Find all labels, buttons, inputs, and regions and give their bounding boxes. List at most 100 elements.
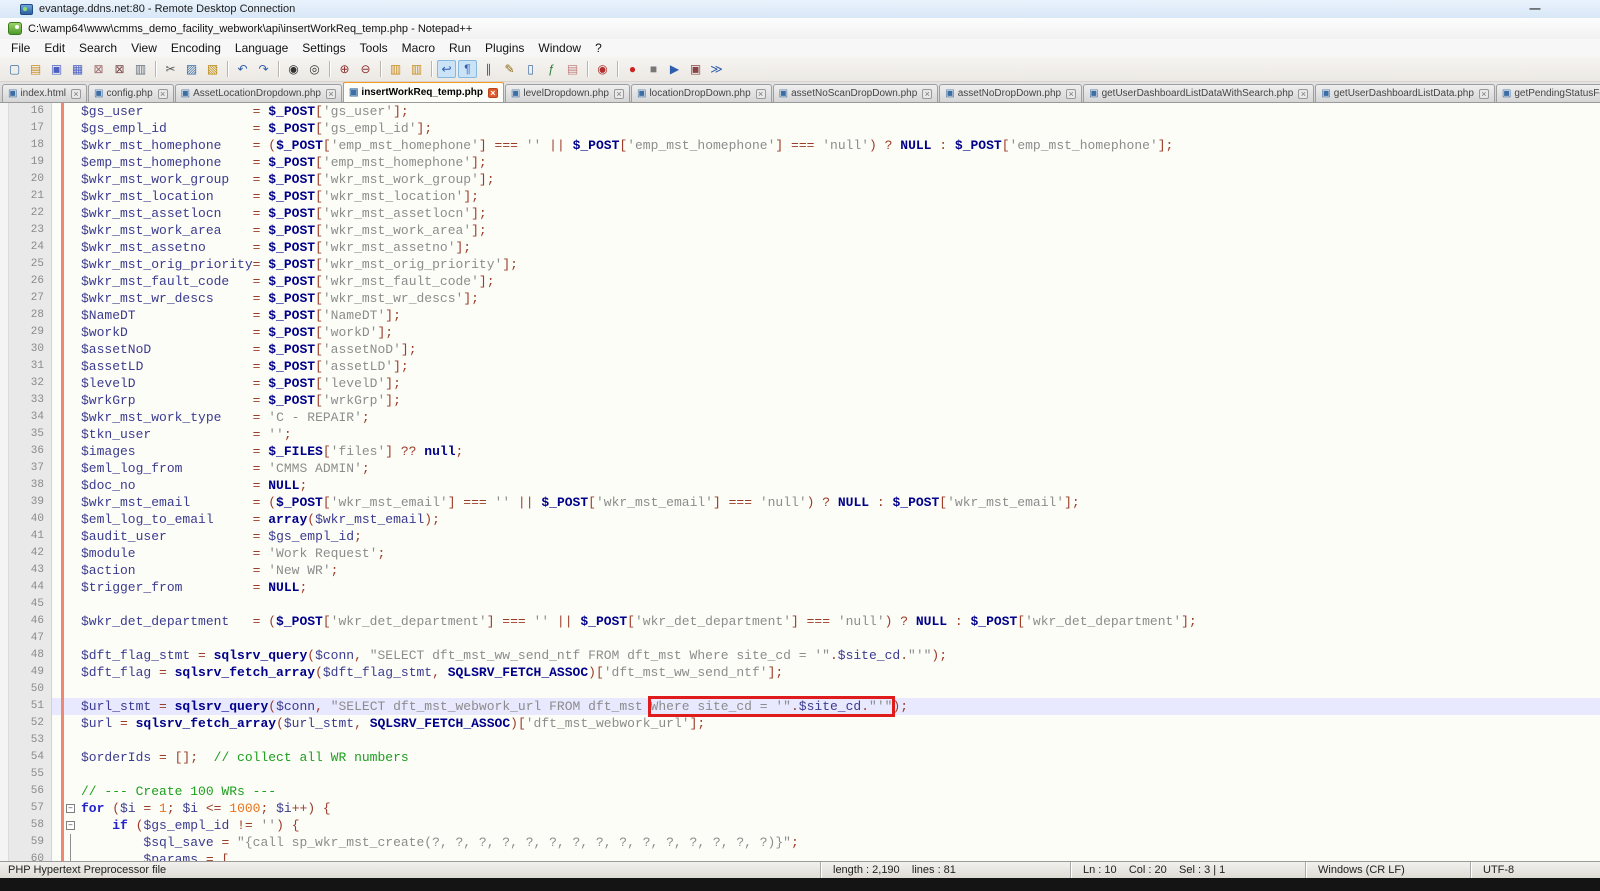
fold-margin[interactable]: [64, 222, 78, 239]
fold-margin[interactable]: [64, 681, 78, 698]
line-number[interactable]: 43: [9, 562, 52, 579]
menu-settings[interactable]: Settings: [295, 40, 352, 56]
line-number[interactable]: 58: [9, 817, 52, 834]
tab-close-icon[interactable]: ×: [326, 89, 336, 99]
tab-insertWorkReq_temp.php[interactable]: ▣insertWorkReq_temp.php×: [343, 82, 504, 102]
line-number[interactable]: 24: [9, 239, 52, 256]
tab-close-icon[interactable]: ×: [614, 89, 624, 99]
fold-margin[interactable]: [64, 103, 78, 120]
document-map-icon[interactable]: ▯: [521, 60, 540, 78]
fold-margin[interactable]: [64, 307, 78, 324]
line-number[interactable]: 36: [9, 443, 52, 460]
fold-margin[interactable]: [64, 205, 78, 222]
bookmark-margin[interactable]: [52, 273, 61, 290]
minimize-button[interactable]: —: [1528, 3, 1542, 15]
line-number[interactable]: 20: [9, 171, 52, 188]
define-language-icon[interactable]: ✎: [500, 60, 519, 78]
bookmark-margin[interactable]: [52, 171, 61, 188]
bookmark-margin[interactable]: [52, 324, 61, 341]
tab-index.html[interactable]: ▣index.html×: [2, 84, 87, 102]
redo-icon[interactable]: ↷: [254, 60, 273, 78]
code-text[interactable]: $wrkGrp = $_POST['wrkGrp'];: [78, 392, 1600, 409]
close-icon[interactable]: ⊠: [89, 60, 108, 78]
bookmark-margin[interactable]: [52, 103, 61, 120]
fold-margin[interactable]: [64, 358, 78, 375]
line-number[interactable]: 51: [9, 698, 52, 715]
tab-assetNoDropDown.php[interactable]: ▣assetNoDropDown.php×: [939, 84, 1082, 102]
menu-encoding[interactable]: Encoding: [164, 40, 228, 56]
code-text[interactable]: $workD = $_POST['workD'];: [78, 324, 1600, 341]
bookmark-margin[interactable]: [52, 460, 61, 477]
bookmark-margin[interactable]: [52, 783, 61, 800]
bookmark-margin[interactable]: [52, 817, 61, 834]
line-number[interactable]: 59: [9, 834, 52, 851]
line-number[interactable]: 34: [9, 409, 52, 426]
fold-margin[interactable]: [64, 596, 78, 613]
line-number[interactable]: 32: [9, 375, 52, 392]
line-number[interactable]: 60: [9, 851, 52, 861]
find-icon[interactable]: ◉: [284, 60, 303, 78]
code-text[interactable]: $wkr_mst_email = ($_POST['wkr_mst_email'…: [78, 494, 1600, 511]
line-number[interactable]: 38: [9, 477, 52, 494]
bookmark-margin[interactable]: [52, 120, 61, 137]
bookmark-margin[interactable]: [52, 664, 61, 681]
code-text[interactable]: $module = 'Work Request';: [78, 545, 1600, 562]
code-text[interactable]: $wkr_mst_work_area = $_POST['wkr_mst_wor…: [78, 222, 1600, 239]
code-text[interactable]: [78, 766, 1600, 783]
bookmark-margin[interactable]: [52, 239, 61, 256]
code-text[interactable]: $images = $_FILES['files'] ?? null;: [78, 443, 1600, 460]
bookmark-margin[interactable]: [52, 307, 61, 324]
line-number[interactable]: 29: [9, 324, 52, 341]
bookmark-margin[interactable]: [52, 596, 61, 613]
code-text[interactable]: [78, 596, 1600, 613]
bookmark-margin[interactable]: [52, 698, 61, 715]
fold-margin[interactable]: [64, 426, 78, 443]
line-number[interactable]: 27: [9, 290, 52, 307]
macro-play-icon[interactable]: ▶: [665, 60, 684, 78]
line-number[interactable]: 40: [9, 511, 52, 528]
tab-close-icon[interactable]: ×: [922, 89, 932, 99]
line-number[interactable]: 35: [9, 426, 52, 443]
fold-margin[interactable]: [64, 273, 78, 290]
zoom-out-icon[interactable]: ⊖: [356, 60, 375, 78]
menu-search[interactable]: Search: [72, 40, 124, 56]
menu-edit[interactable]: Edit: [37, 40, 72, 56]
bookmark-margin[interactable]: [52, 443, 61, 460]
menu-tools[interactable]: Tools: [353, 40, 395, 56]
code-text[interactable]: if ($gs_empl_id != '') {: [78, 817, 1600, 834]
menu-file[interactable]: File: [4, 40, 37, 56]
macro-stop-icon[interactable]: ■: [644, 60, 663, 78]
fold-margin[interactable]: [64, 239, 78, 256]
fold-collapse-icon[interactable]: –: [66, 804, 75, 813]
bookmark-margin[interactable]: [52, 851, 61, 861]
line-number[interactable]: 47: [9, 630, 52, 647]
macro-run-multiple-icon[interactable]: ≫: [707, 60, 726, 78]
bookmark-margin[interactable]: [52, 426, 61, 443]
word-wrap-icon[interactable]: ↩: [437, 60, 456, 78]
code-text[interactable]: $audit_user = $gs_empl_id;: [78, 528, 1600, 545]
show-all-characters-icon[interactable]: ¶: [458, 60, 477, 78]
menu-language[interactable]: Language: [228, 40, 295, 56]
fold-margin[interactable]: [64, 630, 78, 647]
code-text[interactable]: $NameDT = $_POST['NameDT'];: [78, 307, 1600, 324]
fold-margin[interactable]: [64, 443, 78, 460]
tab-assetNoScanDropDown.php[interactable]: ▣assetNoScanDropDown.php×: [773, 84, 939, 102]
fold-margin[interactable]: [64, 647, 78, 664]
bookmark-margin[interactable]: [52, 749, 61, 766]
code-text[interactable]: $trigger_from = NULL;: [78, 579, 1600, 596]
line-number[interactable]: 48: [9, 647, 52, 664]
tab-close-icon[interactable]: ×: [488, 88, 498, 98]
fold-margin[interactable]: [64, 188, 78, 205]
menu-plugins[interactable]: Plugins: [478, 40, 531, 56]
sync-horizontal-icon[interactable]: ▥: [407, 60, 426, 78]
line-number[interactable]: 19: [9, 154, 52, 171]
bookmark-margin[interactable]: [52, 494, 61, 511]
fold-margin[interactable]: [64, 171, 78, 188]
code-text[interactable]: [78, 681, 1600, 698]
fold-margin[interactable]: [64, 511, 78, 528]
bookmark-margin[interactable]: [52, 358, 61, 375]
line-number[interactable]: 30: [9, 341, 52, 358]
fold-margin[interactable]: [64, 256, 78, 273]
tab-AssetLocationDropdown.php[interactable]: ▣AssetLocationDropdown.php×: [175, 84, 342, 102]
tab-close-icon[interactable]: ×: [756, 89, 766, 99]
